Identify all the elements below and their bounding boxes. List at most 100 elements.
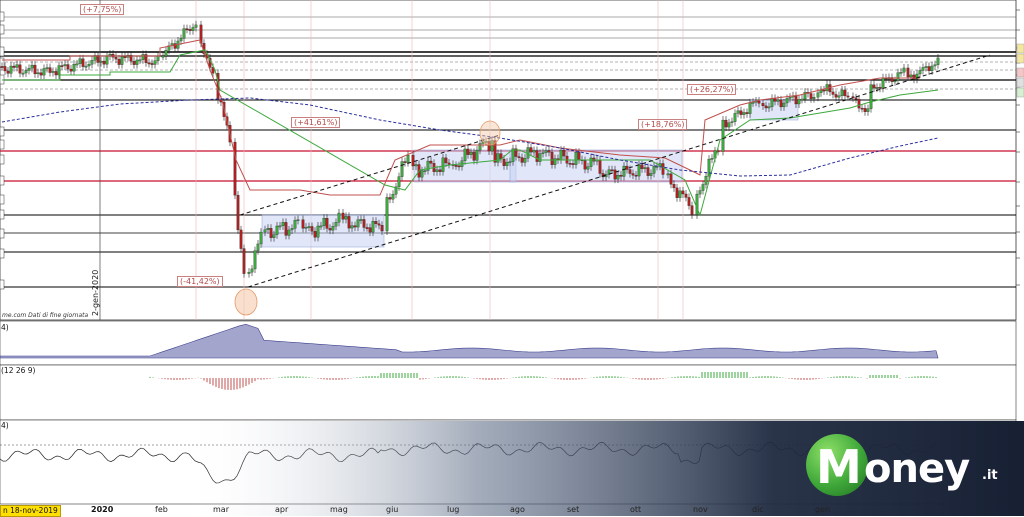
candle-body [550, 152, 554, 165]
candle-body [690, 205, 694, 215]
candle-body [613, 169, 617, 180]
left-tick-box-0 [0, 11, 5, 22]
candle-body [809, 93, 813, 99]
left-tick-box-5 [0, 94, 5, 105]
candle-body [185, 28, 189, 30]
year-label: 2020 [91, 505, 114, 514]
candle-body [666, 173, 670, 176]
candle-body [893, 80, 897, 83]
candle-body [337, 212, 341, 223]
month-label-mag: mag [330, 505, 348, 514]
candle-body [875, 87, 879, 89]
candle-body [325, 218, 329, 229]
candle-body [310, 226, 314, 232]
candle-body [710, 158, 714, 160]
candle-body [812, 97, 816, 99]
candle-body [779, 99, 783, 108]
candle-body [776, 99, 780, 102]
candle-body [391, 194, 395, 200]
candle-body [672, 184, 676, 189]
candle-body [721, 119, 725, 152]
candle-body [33, 64, 37, 75]
candle-body [622, 165, 626, 177]
candle-body [281, 222, 285, 226]
candle-body [909, 74, 913, 78]
candle-body [253, 250, 257, 270]
candle-body [188, 29, 192, 31]
candle-body [341, 212, 345, 220]
candle-body [523, 157, 527, 163]
annotation-plus-18-76: (+18,76%) [638, 119, 688, 130]
value-tag-3 [1016, 77, 1024, 88]
candle-body [138, 59, 142, 62]
month-label-ott: ott [630, 505, 642, 514]
value-tag-1 [1016, 53, 1024, 64]
candle-body [598, 159, 602, 174]
candle-body [153, 60, 157, 65]
logo-word: oney [864, 446, 970, 492]
month-label-set: set [567, 505, 580, 514]
candle-body [698, 190, 702, 195]
candle-body [634, 174, 638, 177]
candle-body [640, 164, 644, 169]
candle-body [117, 58, 121, 65]
logo-tld: .it [982, 468, 998, 483]
candle-body [247, 271, 251, 274]
candle-body [250, 268, 254, 273]
candle-body [3, 66, 7, 72]
candle-body [625, 165, 629, 170]
candle-body [843, 89, 847, 97]
candle-body [290, 228, 294, 231]
candle-body [571, 163, 575, 165]
candle-body [854, 97, 858, 100]
candle-body [788, 96, 792, 99]
candle-body [99, 60, 103, 63]
candle-body [444, 157, 448, 164]
candle-body [496, 153, 500, 163]
candle-body [123, 56, 127, 58]
macd-panel-tag: (12 26 9) [1, 366, 36, 375]
candle-body [84, 65, 88, 68]
candle-body [259, 231, 263, 245]
candle-body [834, 94, 838, 98]
candle-body [147, 62, 151, 65]
candle-body [60, 65, 64, 67]
left-tick-box-13 [0, 248, 5, 259]
candle-body [466, 148, 470, 155]
candle-body [397, 176, 401, 188]
candle-body [429, 160, 433, 164]
candle-body [385, 197, 389, 232]
left-tick-box-6 [0, 126, 5, 137]
month-label-gen: gen [815, 505, 831, 514]
candle-body [863, 108, 867, 112]
candle-body [12, 65, 16, 68]
candle-body [284, 222, 288, 236]
candle-body [586, 166, 590, 170]
candle-body [161, 55, 165, 58]
candle-body [6, 70, 10, 74]
candle-body [105, 56, 109, 65]
candle-body [899, 72, 903, 74]
candle-body [646, 167, 650, 176]
candle-body [733, 113, 737, 122]
candle-body [27, 68, 31, 71]
candle-body [400, 161, 404, 177]
candle-body [782, 102, 786, 108]
candle-body [857, 99, 861, 109]
candle-body [921, 67, 925, 71]
candle-body [296, 219, 300, 222]
candle-body [278, 225, 282, 228]
candle-body [173, 43, 177, 49]
month-label-giu: giu [386, 505, 399, 514]
month-label-nov: nov [693, 505, 708, 514]
candle-body [860, 107, 864, 110]
candle-body [45, 67, 49, 69]
candle-body [840, 89, 844, 96]
candle-body [179, 38, 183, 42]
candle-body [414, 164, 418, 167]
candle-body [520, 157, 524, 163]
candle-body [652, 166, 656, 174]
candle-body [902, 67, 906, 73]
candle-body [57, 65, 61, 76]
candle-body [568, 163, 572, 165]
